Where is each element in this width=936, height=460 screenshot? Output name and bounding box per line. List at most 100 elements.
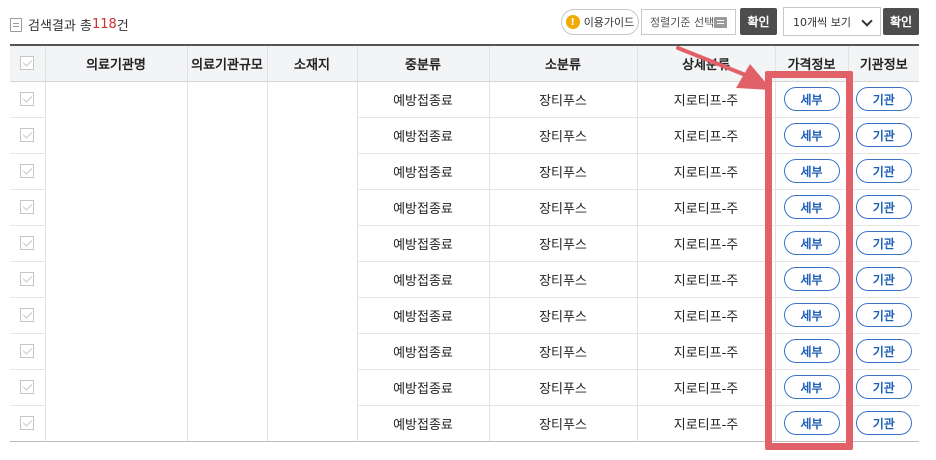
- row-checkbox-cell[interactable]: [10, 81, 45, 118]
- sort-confirm-button[interactable]: 확인: [740, 8, 777, 35]
- sub-category-cell: 장티푸스: [488, 117, 637, 154]
- org-info-cell: 기관: [847, 189, 919, 226]
- hospital-size-cell: [186, 153, 267, 189]
- row-checkbox-cell[interactable]: [10, 189, 45, 226]
- row-checkbox-cell[interactable]: [10, 297, 45, 334]
- sub-category-cell: 장티푸스: [488, 189, 637, 226]
- document-icon: [10, 17, 22, 32]
- toolbar: 검색결과 총 118 건 ! 이용가이드 정렬기준 선택 확인 10개씩 보기 확…: [0, 0, 936, 44]
- org-info-button[interactable]: 기관: [855, 375, 912, 399]
- price-column-highlight: [765, 71, 853, 450]
- org-info-button[interactable]: 기관: [855, 303, 912, 327]
- org-info-cell: 기관: [847, 297, 919, 334]
- row-checkbox[interactable]: [20, 236, 35, 250]
- org-info-cell: 기관: [847, 225, 919, 262]
- per-page-label: 10개씩 보기: [793, 15, 851, 29]
- mid-category-cell: 예방접종료: [356, 369, 489, 406]
- row-checkbox-cell[interactable]: [10, 225, 45, 262]
- org-info-button[interactable]: 기관: [855, 87, 912, 111]
- usage-guide-button[interactable]: ! 이용가이드: [561, 9, 639, 35]
- location-cell: [266, 261, 357, 297]
- sub-category-cell: 장티푸스: [488, 369, 637, 406]
- result-prefix: 검색결과 총: [28, 19, 92, 34]
- hospital-name-cell: [44, 225, 187, 261]
- hospital-size-cell: [186, 333, 267, 369]
- mid-category-cell: 예방접종료: [356, 297, 489, 334]
- result-count: 118: [91, 17, 117, 32]
- location-cell: [266, 333, 357, 369]
- chevron-down-icon: [861, 15, 873, 27]
- hospital-name-cell: [44, 297, 187, 333]
- row-checkbox[interactable]: [20, 128, 35, 142]
- row-checkbox-cell[interactable]: [10, 261, 45, 298]
- select-all-checkbox[interactable]: [20, 56, 35, 71]
- row-checkbox-cell[interactable]: [10, 405, 45, 442]
- detail-category-cell: 지로티프-주: [636, 261, 775, 298]
- sub-category-cell: 장티푸스: [488, 405, 637, 442]
- detail-category-cell: 지로티프-주: [636, 369, 775, 406]
- header-checkbox-cell[interactable]: [10, 44, 45, 82]
- hospital-size-cell: [186, 261, 267, 297]
- org-info-button[interactable]: 기관: [855, 159, 912, 183]
- row-checkbox[interactable]: [20, 200, 35, 214]
- mid-category-cell: 예방접종료: [356, 261, 489, 298]
- per-page-confirm-button[interactable]: 확인: [883, 8, 919, 35]
- org-info-button[interactable]: 기관: [855, 231, 912, 255]
- detail-category-cell: 지로티프-주: [636, 225, 775, 262]
- per-page-select[interactable]: 10개씩 보기: [783, 7, 881, 36]
- hospital-name-cell: [44, 117, 187, 153]
- location-cell: [266, 297, 357, 333]
- mid-category-cell: 예방접종료: [356, 189, 489, 226]
- row-checkbox-cell[interactable]: [10, 333, 45, 370]
- row-checkbox[interactable]: [20, 92, 35, 106]
- mid-category-cell: 예방접종료: [356, 405, 489, 442]
- hospital-size-cell: [186, 81, 267, 117]
- org-info-button[interactable]: 기관: [855, 123, 912, 147]
- exclamation-icon: !: [565, 15, 580, 29]
- hospital-size-cell: [186, 117, 267, 153]
- row-checkbox[interactable]: [20, 416, 35, 430]
- row-checkbox[interactable]: [20, 344, 35, 358]
- result-suffix: 건: [116, 19, 129, 34]
- detail-category-cell: 지로티프-주: [636, 153, 775, 190]
- hospital-name-cell: [44, 261, 187, 297]
- sort-select-label: 정렬기준 선택: [650, 16, 715, 29]
- org-info-button[interactable]: 기관: [855, 339, 912, 363]
- mid-category-cell: 예방접종료: [356, 117, 489, 154]
- row-checkbox-cell[interactable]: [10, 369, 45, 406]
- org-info-cell: 기관: [847, 261, 919, 298]
- hospital-size-cell: [186, 189, 267, 225]
- row-checkbox[interactable]: [20, 272, 35, 286]
- sort-select[interactable]: 정렬기준 선택: [641, 9, 736, 35]
- location-cell: [266, 153, 357, 189]
- org-info-cell: 기관: [847, 369, 919, 406]
- org-info-cell: 기관: [847, 405, 919, 442]
- hospital-size-cell: [186, 369, 267, 405]
- org-info-cell: 기관: [847, 81, 919, 118]
- location-cell: [266, 189, 357, 225]
- sub-category-cell: 장티푸스: [488, 81, 637, 118]
- list-icon: [714, 17, 727, 28]
- row-checkbox-cell[interactable]: [10, 117, 45, 154]
- row-checkbox[interactable]: [20, 380, 35, 394]
- hospital-name-cell: [44, 153, 187, 189]
- hospital-size-cell: [186, 225, 267, 261]
- location-cell: [266, 117, 357, 153]
- mid-category-cell: 예방접종료: [356, 225, 489, 262]
- detail-category-cell: 지로티프-주: [636, 117, 775, 154]
- location-cell: [266, 81, 357, 117]
- org-info-button[interactable]: 기관: [855, 195, 912, 219]
- sub-category-cell: 장티푸스: [488, 153, 637, 190]
- row-checkbox-cell[interactable]: [10, 153, 45, 190]
- org-info-cell: 기관: [847, 117, 919, 154]
- sub-category-cell: 장티푸스: [488, 261, 637, 298]
- org-info-button[interactable]: 기관: [855, 411, 912, 435]
- row-checkbox[interactable]: [20, 164, 35, 178]
- org-info-button[interactable]: 기관: [855, 267, 912, 291]
- hospital-name-cell: [44, 369, 187, 405]
- col-header-hospital-size: 의료기관규모: [186, 44, 267, 82]
- hospital-name-cell: [44, 81, 187, 117]
- col-header-sub-category: 소분류: [488, 44, 637, 82]
- row-checkbox[interactable]: [20, 308, 35, 322]
- col-header-hospital-name: 의료기관명: [44, 44, 187, 82]
